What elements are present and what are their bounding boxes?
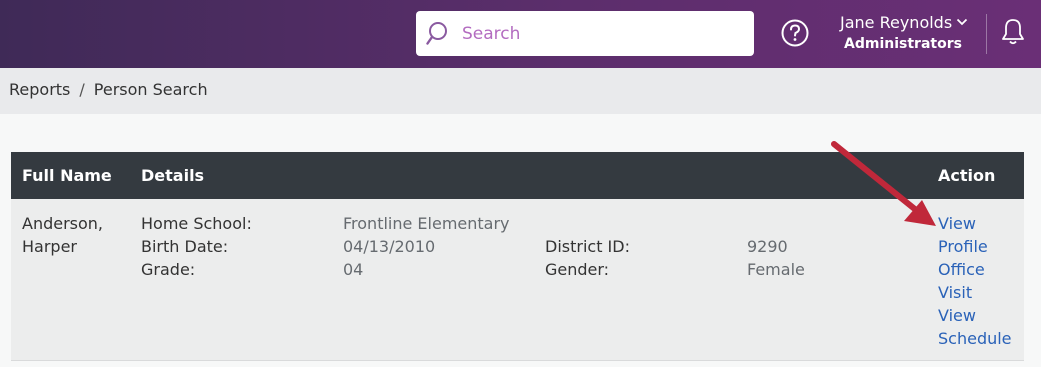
office-visit-link-line2: Visit [938, 283, 973, 302]
view-schedule-link-line1: View [938, 306, 976, 325]
gender-label: Gender: [545, 260, 610, 279]
full-name-first: Harper [22, 237, 77, 256]
grade-value: 04 [343, 260, 364, 279]
user-menu[interactable]: Jane Reynolds Administrators [832, 13, 972, 57]
search-icon [426, 22, 447, 45]
home-school-label: Home School: [141, 214, 252, 233]
home-school-value: Frontline Elementary [343, 214, 510, 233]
breadcrumb-reports[interactable]: Reports [9, 80, 70, 99]
top-navigation-bar: Jane Reynolds Administrators [0, 0, 1041, 68]
breadcrumb: Reports / Person Search [9, 80, 208, 99]
table-header: Full Name Details Action [11, 152, 1024, 199]
gender-value: Female [747, 260, 805, 279]
office-visit-link-line1: Office [938, 260, 985, 279]
person-search-results-table: Full Name Details Action Anderson, Harpe… [11, 152, 1024, 361]
user-name: Jane Reynolds [840, 13, 953, 32]
view-schedule-link-line2: Schedule [938, 329, 1012, 348]
birth-date-label: Birth Date: [141, 237, 229, 256]
office-visit-link[interactable]: Office Visit [938, 258, 985, 304]
bell-icon[interactable] [1000, 17, 1026, 47]
view-profile-link[interactable]: View Profile [938, 212, 988, 258]
district-id-label: District ID: [545, 237, 630, 256]
search-input[interactable] [460, 19, 744, 49]
district-id-value: 9290 [747, 237, 788, 256]
user-role: Administrators [844, 36, 962, 52]
view-schedule-link[interactable]: View Schedule [938, 304, 1012, 350]
table-row: Anderson, Harper Home School: Frontline … [11, 199, 1024, 361]
search-box[interactable] [416, 11, 754, 56]
column-header-full-name: Full Name [22, 166, 112, 185]
header-divider [986, 14, 987, 54]
full-name-last: Anderson, [22, 214, 104, 233]
column-header-action: Action [938, 166, 996, 185]
breadcrumb-current: Person Search [93, 80, 208, 99]
breadcrumb-bar: Reports / Person Search [0, 68, 1041, 114]
breadcrumb-separator: / [79, 80, 85, 99]
column-header-details: Details [141, 166, 205, 185]
view-profile-link-line2: Profile [938, 237, 988, 256]
grade-label: Grade: [141, 260, 196, 279]
chevron-down-icon [956, 18, 968, 26]
view-profile-link-line1: View [938, 214, 976, 233]
birth-date-value: 04/13/2010 [343, 237, 436, 256]
help-circle-icon[interactable] [780, 18, 810, 48]
